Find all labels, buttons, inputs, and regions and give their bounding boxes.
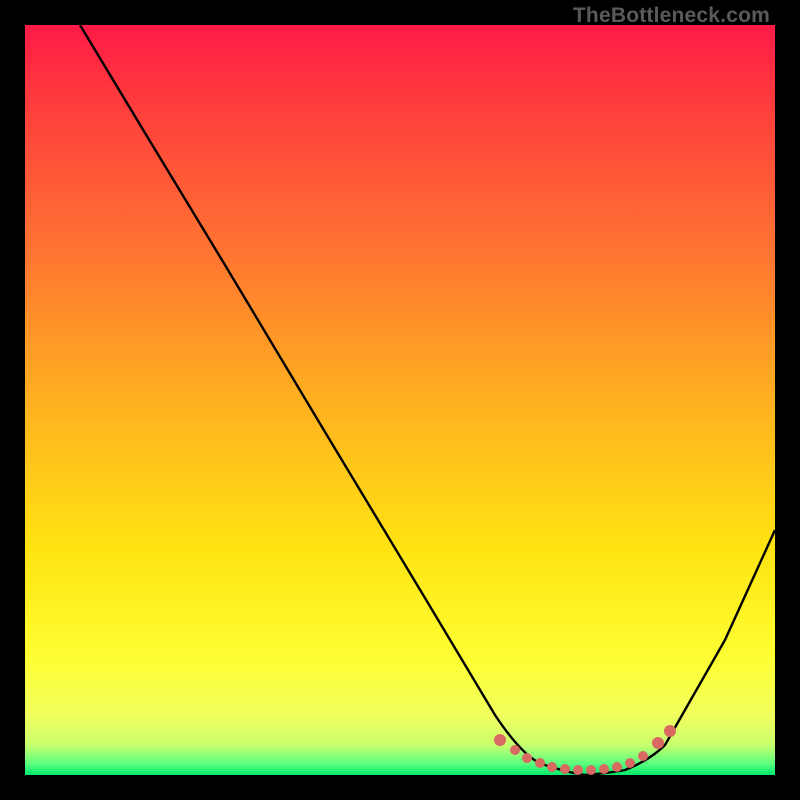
bottleneck-curve-line	[80, 25, 775, 775]
chart-svg	[25, 25, 775, 775]
chart-frame	[25, 25, 775, 775]
